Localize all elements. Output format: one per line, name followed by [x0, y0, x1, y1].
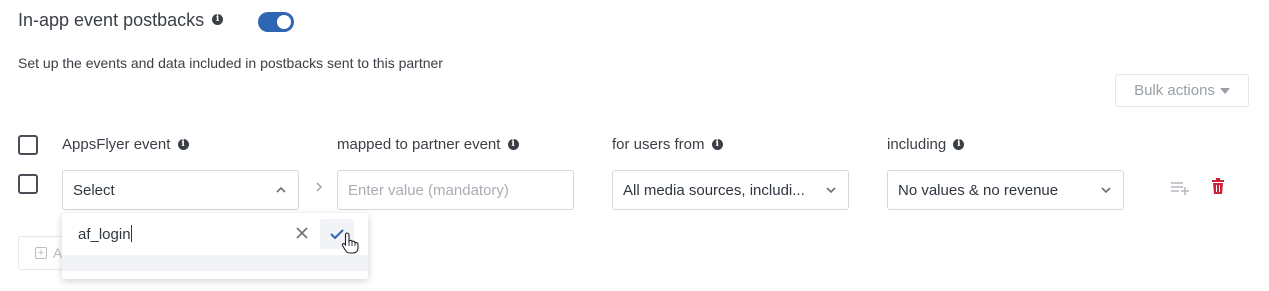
- section-title-text: In-app event postbacks: [18, 10, 205, 30]
- info-icon[interactable]: i: [711, 139, 723, 150]
- info-icon[interactable]: i: [212, 14, 224, 25]
- including-select[interactable]: No values & no revenue: [887, 170, 1124, 210]
- add-row-icon[interactable]: [1170, 180, 1190, 196]
- event-dropdown: af_login: [62, 213, 368, 279]
- dropdown-search-value: af_login: [78, 226, 131, 243]
- add-event-label: A: [53, 245, 63, 261]
- bulk-actions-label: Bulk actions: [1134, 82, 1215, 99]
- appsflyer-event-select[interactable]: Select: [62, 170, 299, 210]
- including-value: No values & no revenue: [898, 181, 1059, 199]
- chevron-down-icon: [826, 187, 836, 194]
- caret-down-icon: [1219, 87, 1230, 94]
- partner-event-placeholder: Enter value (mandatory): [348, 181, 509, 199]
- dropdown-search-input[interactable]: af_login: [78, 225, 132, 243]
- text-cursor: [130, 225, 132, 242]
- chevron-right-icon: [314, 180, 324, 196]
- hand-cursor-icon: [341, 232, 359, 254]
- chevron-down-icon: [1101, 187, 1111, 194]
- header-appsflyer-event: AppsFlyer event i: [62, 136, 189, 153]
- users-from-select[interactable]: All media sources, includi...: [612, 170, 849, 210]
- info-icon[interactable]: i: [953, 139, 965, 150]
- section-title: In-app event postbacks i: [18, 10, 224, 31]
- header-appsflyer-event-label: AppsFlyer event: [62, 136, 171, 153]
- header-users-from-label: for users from: [612, 136, 705, 153]
- toggle-knob: [277, 15, 291, 29]
- users-from-value: All media sources, includi...: [623, 181, 805, 199]
- close-icon[interactable]: [294, 225, 310, 241]
- select-all-checkbox[interactable]: [18, 135, 38, 155]
- dropdown-option[interactable]: [62, 255, 368, 271]
- header-users-from: for users from i: [612, 136, 723, 153]
- postbacks-toggle[interactable]: [258, 12, 294, 32]
- header-including-label: including: [887, 136, 947, 153]
- header-partner-event-label: mapped to partner event: [337, 136, 501, 153]
- chevron-up-icon: [276, 186, 286, 193]
- header-including: including i: [887, 136, 965, 153]
- bulk-actions-button[interactable]: Bulk actions: [1115, 74, 1249, 107]
- info-icon[interactable]: i: [507, 139, 519, 150]
- row-checkbox[interactable]: [18, 174, 38, 194]
- partner-event-input[interactable]: Enter value (mandatory): [337, 170, 574, 210]
- header-partner-event: mapped to partner event i: [337, 136, 519, 153]
- plus-icon: +: [35, 247, 47, 259]
- section-subtitle: Set up the events and data included in p…: [18, 55, 443, 71]
- info-icon[interactable]: i: [177, 139, 189, 150]
- trash-icon[interactable]: [1211, 178, 1225, 195]
- appsflyer-event-value: Select: [73, 181, 115, 199]
